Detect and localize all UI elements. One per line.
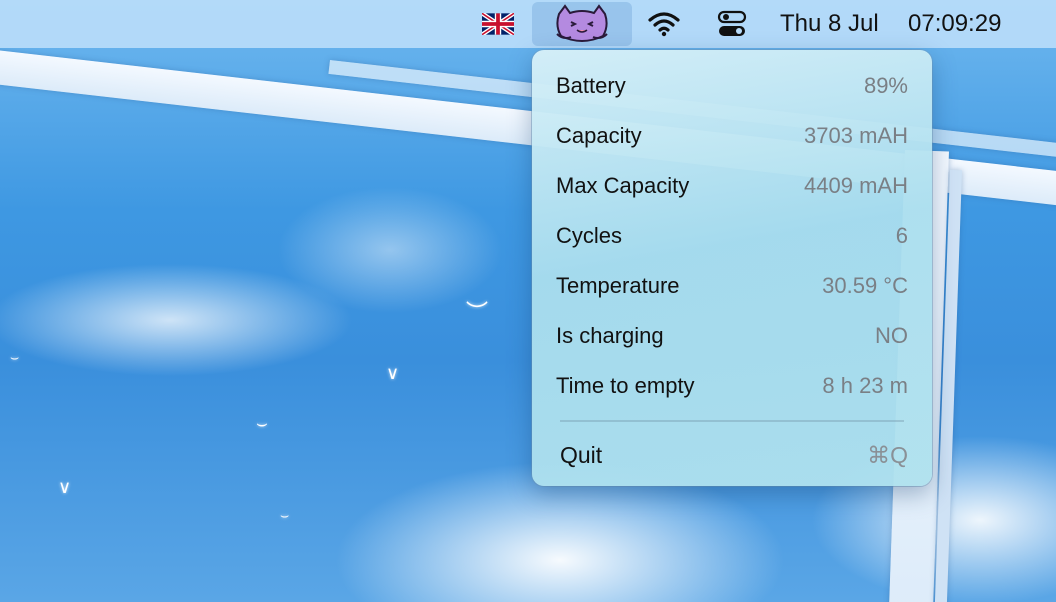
wifi-menubar-item[interactable] (646, 0, 682, 48)
row-value: 6 (895, 223, 908, 248)
wifi-icon (648, 12, 680, 37)
row-label: Is charging (556, 323, 664, 348)
menubar-time[interactable]: 07:09:29 (908, 0, 1001, 48)
row-value: 30.59 °C (822, 273, 908, 298)
menu-row-time-to-empty: Time to empty 8 h 23 m (556, 361, 908, 411)
quit-label: Quit (560, 441, 603, 468)
control-center-icon (717, 10, 747, 36)
menubar-date[interactable]: Thu 8 Jul (780, 0, 879, 48)
row-label: Battery (556, 73, 626, 98)
row-label: Capacity (556, 123, 642, 148)
menu-row-max-capacity: Max Capacity 4409 mAH (556, 161, 908, 211)
input-source-item[interactable] (480, 0, 516, 48)
bird-decoration: ∨ (58, 477, 72, 497)
menu-separator (560, 420, 904, 422)
row-value: 8 h 23 m (822, 373, 908, 398)
purple-cat-battery-icon (556, 4, 608, 42)
menu-row-cycles: Cycles 6 (556, 211, 908, 261)
bird-decoration: ⌣ (280, 507, 290, 523)
bird-decoration: ⌣ (10, 349, 20, 365)
menu-row-temperature: Temperature 30.59 °C (556, 261, 908, 311)
desktop-wallpaper: ︶ ∨ ⌣ ∨ ⌣ ⌣ Thu 8 Jul 07:09:29 Battery 8… (0, 0, 1056, 602)
row-value: NO (875, 323, 908, 348)
battery-app-menubar-item[interactable] (532, 2, 632, 46)
row-value: 3703 mAH (804, 123, 908, 148)
row-label: Temperature (556, 273, 680, 298)
row-label: Time to empty (556, 373, 695, 398)
row-label: Max Capacity (556, 173, 690, 198)
row-label: Cycles (556, 223, 623, 248)
uk-flag-icon (482, 13, 514, 35)
quit-menu-item[interactable]: Quit ⌘Q (560, 430, 908, 480)
battery-status-menu: Battery 89% Capacity 3703 mAH Max Capaci… (532, 50, 932, 486)
row-value: 4409 mAH (804, 173, 908, 198)
bird-decoration: ︶ (466, 300, 489, 325)
control-center-menubar-item[interactable] (714, 0, 750, 48)
row-value: 89% (863, 73, 908, 98)
menu-row-is-charging: Is charging NO (556, 311, 908, 361)
menu-bar: Thu 8 Jul 07:09:29 (0, 0, 1056, 48)
bird-decoration: ∨ (386, 363, 400, 383)
menu-row-capacity: Capacity 3703 mAH (556, 111, 908, 161)
menu-row-battery: Battery 89% (556, 61, 908, 111)
quit-shortcut: ⌘Q (867, 441, 908, 468)
bird-decoration: ⌣ (256, 413, 268, 433)
